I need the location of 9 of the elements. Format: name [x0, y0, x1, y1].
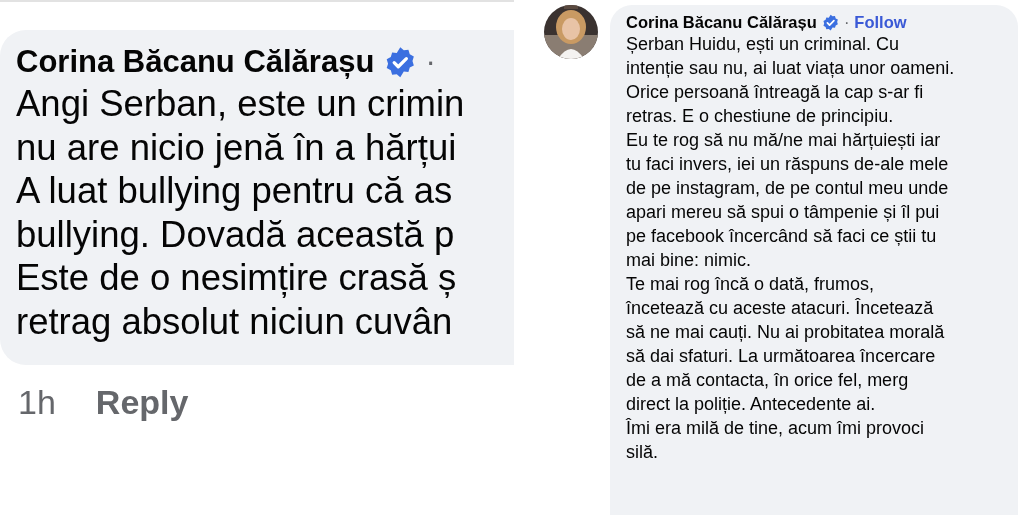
author-name[interactable]: Corina Băcanu Călărașu: [16, 44, 375, 80]
comment-text: Angi Serban, este un crimin nu are nicio jenă în a hărțui A luat bullying pentru că as bullying. Dovadă această p Este de o nesimțire crasă ș retrag absolut niciun cuvân: [16, 82, 466, 343]
separator-dot: ·: [425, 44, 436, 80]
comment-time: 1h: [18, 383, 56, 422]
separator-dot: ·: [843, 13, 850, 32]
author-name[interactable]: Corina Băcanu Călărașu: [626, 13, 817, 32]
comment-text: Șerban Huidu, ești un criminal. Cu intenție sau nu, ai luat viața unor oameni. Orice persoană întreagă la cap s-ar fi retras. E o chestiune de principiu. Eu te rog să nu mă/ne mai hărțuiești iar tu faci invers, iei un răspuns de-ale mele de pe instagram, de pe contul meu unde apari mereu să spui o tâmpenie și îl pui pe facebook încercând să faci ce știi tu mai bine: nimic. Te mai rog încă o dată, frumos, încetează cu aceste atacuri. Încetează să ne mai cauți. Nu ai probitatea morală să dai sfaturi. La următoarea încercare de a mă contacta, în orice fel, merg direct la poliție. Antecedente ai. Îmi era milă de tine, acum îmi provoci silă.: [626, 33, 956, 464]
reply-link[interactable]: Reply: [95, 383, 189, 422]
follow-link[interactable]: Follow: [854, 13, 907, 32]
